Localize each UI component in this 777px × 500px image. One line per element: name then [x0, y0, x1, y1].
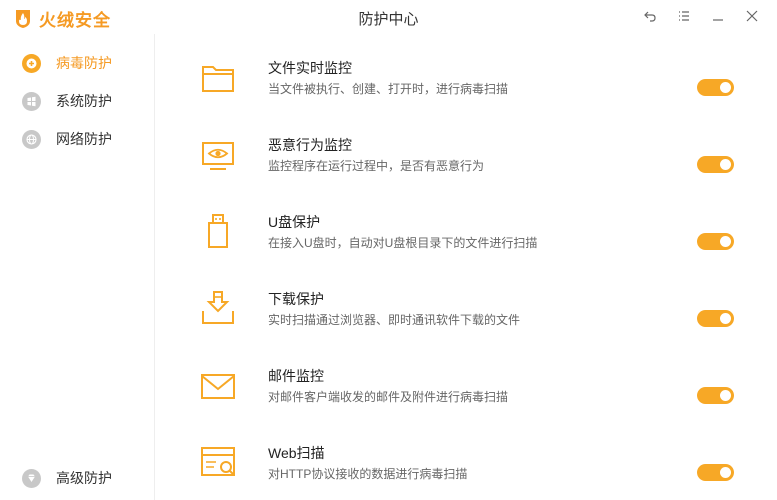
web-scan-toggle[interactable] — [697, 464, 734, 481]
item-description: 在接入U盘时，自动对U盘根目录下的文件进行扫描 — [268, 236, 538, 250]
back-button[interactable] — [633, 4, 667, 28]
item-title: 恶意行为监控 — [268, 137, 352, 153]
minimize-icon — [713, 19, 723, 21]
back-icon — [644, 11, 656, 22]
item-description: 实时扫描通过浏览器、即时通讯软件下载的文件 — [268, 313, 521, 327]
list-item-download-protection: 下载保护 实时扫描通过浏览器、即时通讯软件下载的文件 — [156, 289, 777, 366]
download-tray-icon — [200, 290, 236, 326]
list-item-usb-protection: U盘保护 在接入U盘时，自动对U盘根目录下的文件进行扫描 — [156, 212, 777, 289]
item-description: 监控程序在运行过程中，是否有恶意行为 — [268, 159, 485, 173]
file-monitor-toggle[interactable] — [697, 79, 734, 96]
mail-monitor-toggle[interactable] — [697, 387, 734, 404]
item-description: 对HTTP协议接收的数据进行病毒扫描 — [268, 467, 468, 481]
sidebar-item-label: 网络防护 — [56, 131, 112, 147]
toggle-knob — [720, 467, 731, 478]
item-title: 文件实时监控 — [268, 60, 352, 76]
flame-logo-icon — [16, 9, 30, 28]
item-title: 下载保护 — [268, 291, 324, 307]
toggle-knob — [720, 159, 731, 170]
sidebar-item-label: 系统防护 — [56, 93, 112, 109]
sidebar-item-network-protection[interactable]: 网络防护 — [22, 127, 112, 151]
item-title: U盘保护 — [268, 214, 321, 230]
usb-drive-icon — [200, 213, 236, 249]
web-scan-icon — [200, 445, 236, 481]
close-icon — [746, 10, 758, 22]
item-title: 邮件监控 — [268, 368, 324, 384]
sidebar-item-advanced-protection[interactable]: 高级防护 — [22, 466, 112, 490]
list-item-file-monitor: 文件实时监控 当文件被执行、创建、打开时，进行病毒扫描 — [156, 58, 777, 135]
menu-button[interactable] — [667, 4, 701, 28]
monitor-eye-icon — [200, 138, 236, 174]
folder-icon — [200, 61, 236, 97]
minimize-button[interactable] — [701, 4, 735, 28]
app-name: 火绒安全 — [39, 11, 111, 30]
list-item-web-scan: Web扫描 对HTTP协议接收的数据进行病毒扫描 — [156, 443, 777, 500]
list-item-behavior-monitor: 恶意行为监控 监控程序在运行过程中，是否有恶意行为 — [156, 135, 777, 212]
toggle-knob — [720, 236, 731, 247]
item-description: 当文件被执行、创建、打开时，进行病毒扫描 — [268, 82, 509, 96]
globe-icon — [22, 129, 41, 149]
shield-plus-icon — [22, 53, 41, 73]
toggle-knob — [720, 390, 731, 401]
protection-list: 文件实时监控 当文件被执行、创建、打开时，进行病毒扫描 恶意行为监控 监控程序在… — [156, 34, 777, 500]
behavior-monitor-toggle[interactable] — [697, 156, 734, 173]
sidebar-item-virus-protection[interactable]: 病毒防护 — [22, 51, 112, 75]
usb-protection-toggle[interactable] — [697, 233, 734, 250]
close-button[interactable] — [735, 4, 769, 28]
sidebar-item-system-protection[interactable]: 系统防护 — [22, 89, 112, 113]
item-title: Web扫描 — [268, 445, 325, 461]
mail-icon — [200, 369, 236, 405]
sidebar-item-label: 高级防护 — [56, 470, 112, 486]
sidebar: 病毒防护 系统防护 网络防护 高级防护 — [0, 34, 155, 500]
window-controls — [633, 4, 769, 28]
diamond-icon — [22, 468, 41, 488]
item-description: 对邮件客户端收发的邮件及附件进行病毒扫描 — [268, 390, 509, 404]
menu-icon — [679, 11, 689, 21]
windows-icon — [22, 91, 41, 111]
title-bar: 火绒安全 防护中心 — [0, 0, 777, 34]
toggle-knob — [720, 82, 731, 93]
app-logo: 火绒安全 — [13, 6, 111, 31]
download-protection-toggle[interactable] — [697, 310, 734, 327]
toggle-knob — [720, 313, 731, 324]
sidebar-item-label: 病毒防护 — [56, 55, 112, 71]
list-item-mail-monitor: 邮件监控 对邮件客户端收发的邮件及附件进行病毒扫描 — [156, 366, 777, 443]
